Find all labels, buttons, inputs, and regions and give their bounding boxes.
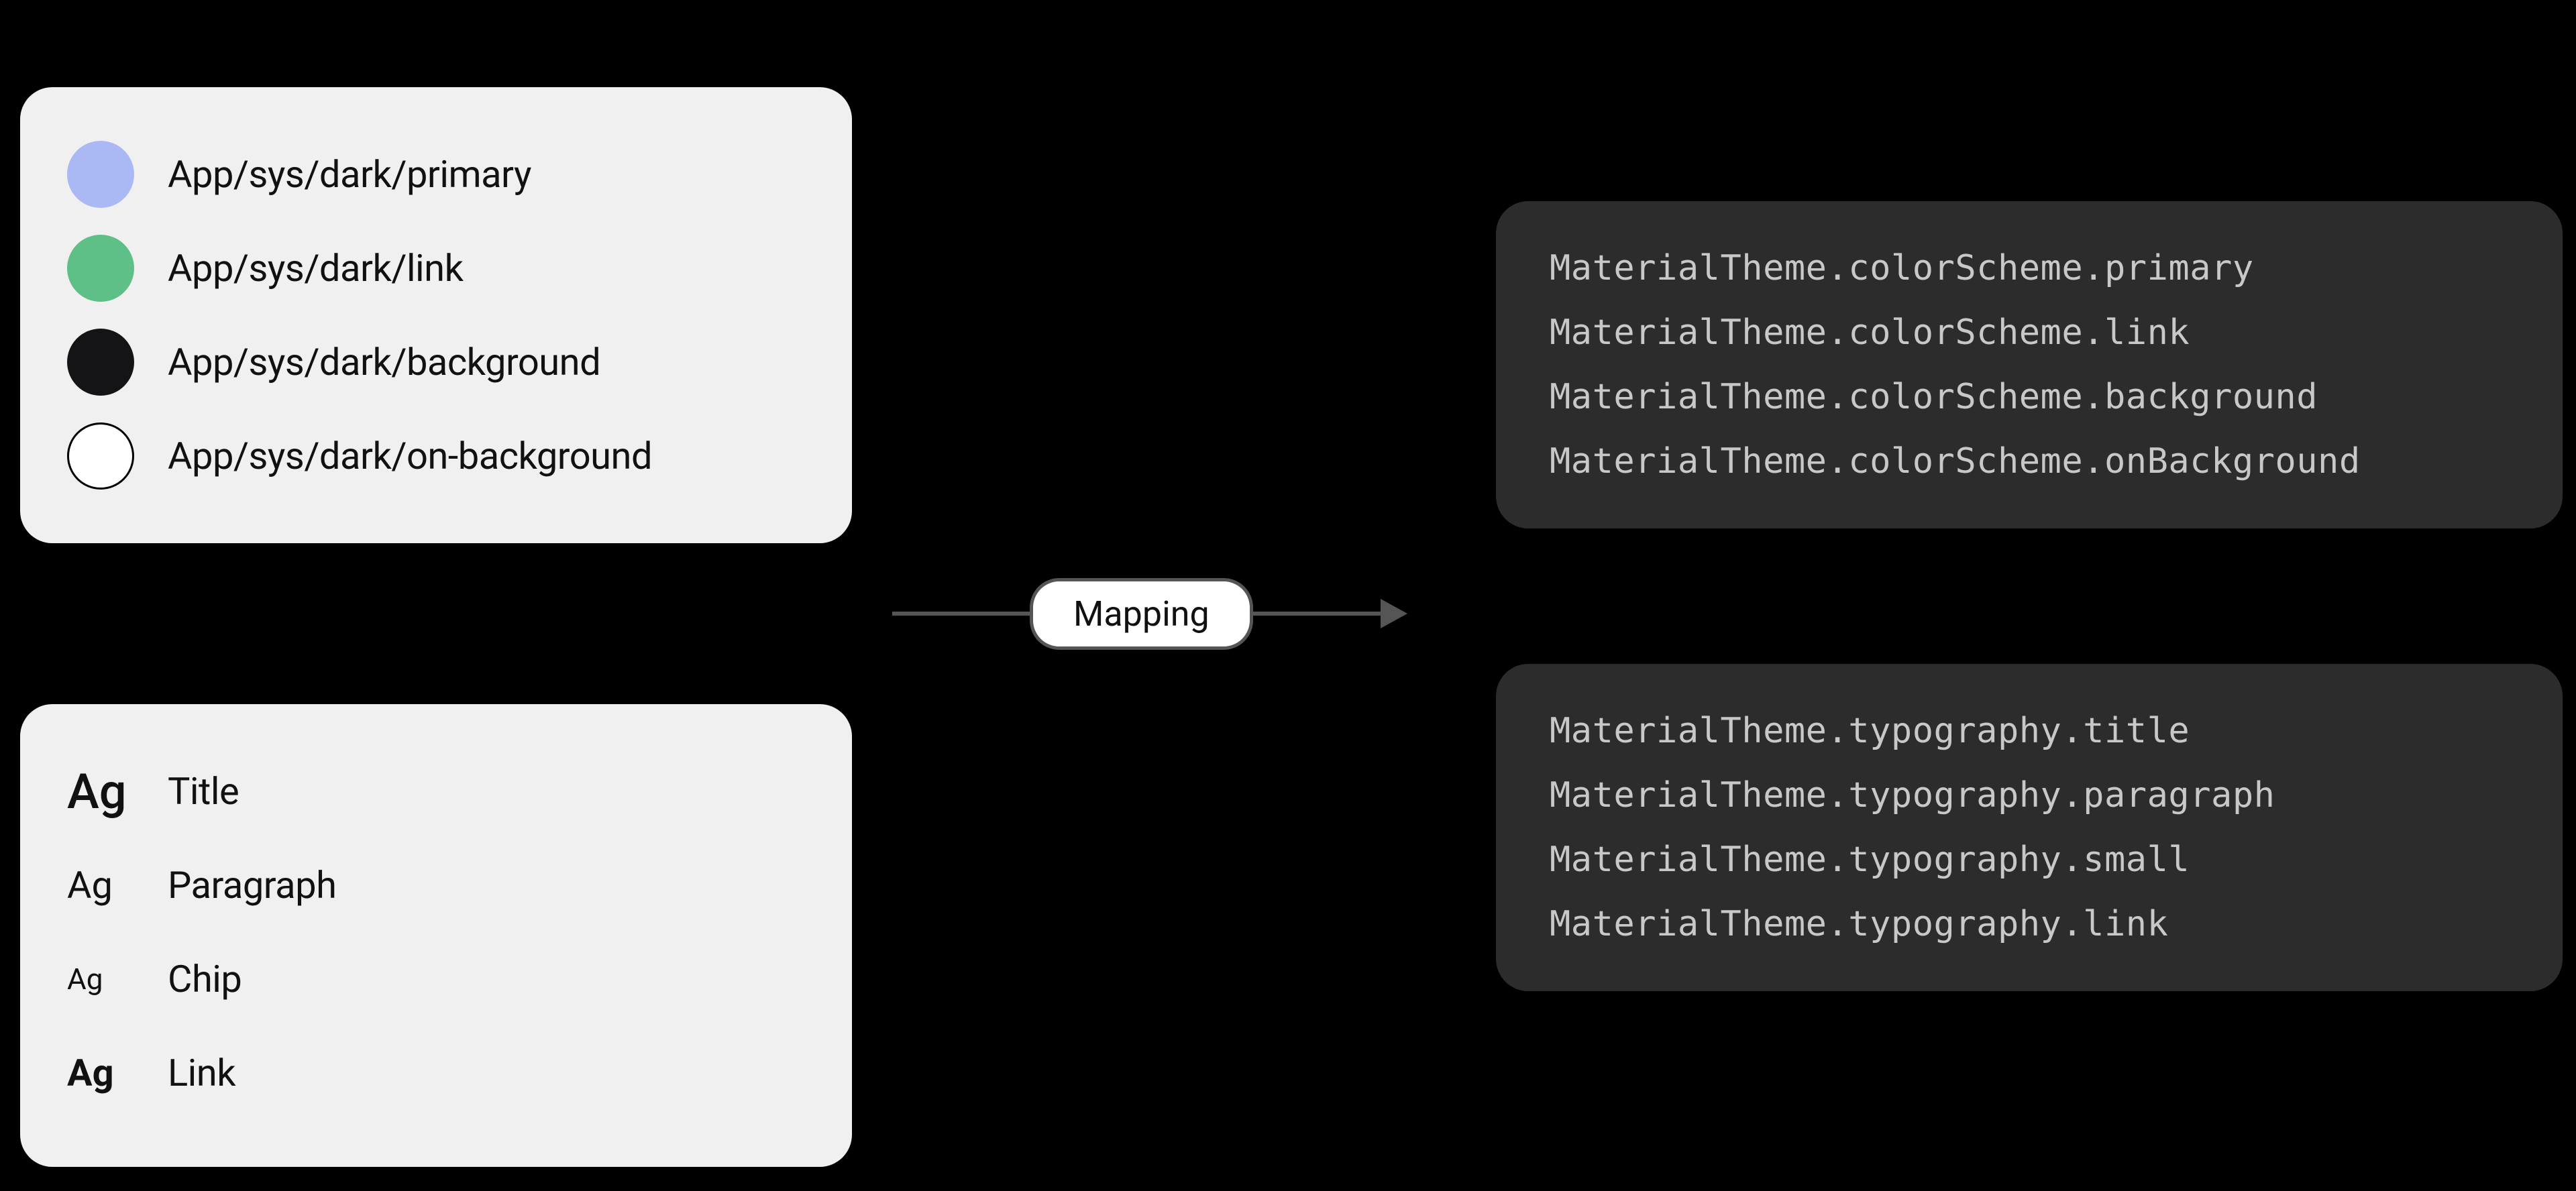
token-label: App/sys/dark/primary: [168, 152, 531, 196]
material-typography-card: MaterialTheme.typography.title MaterialT…: [1496, 664, 2563, 991]
swatch-link: [67, 235, 134, 302]
code-line: MaterialTheme.colorScheme.link: [1550, 313, 2509, 353]
token-row-on-background: App/sys/dark/on-background: [67, 409, 805, 503]
design-tokens-colors-card: App/sys/dark/primary App/sys/dark/link A…: [20, 87, 852, 543]
typo-label: Chip: [168, 957, 241, 1001]
code-line: MaterialTheme.typography.link: [1550, 904, 2509, 944]
code-line: MaterialTheme.colorScheme.onBackground: [1550, 441, 2509, 481]
typo-row-title: Ag Title: [67, 744, 805, 838]
type-specimen-icon: Ag: [67, 962, 134, 997]
type-specimen-icon: Ag: [67, 863, 134, 907]
typo-label: Title: [168, 769, 239, 813]
mapping-arrow: Mapping: [892, 573, 1483, 654]
arrow-line-icon: [892, 612, 1030, 616]
token-row-background: App/sys/dark/background: [67, 315, 805, 409]
token-label: App/sys/dark/background: [168, 340, 600, 384]
code-line: MaterialTheme.colorScheme.background: [1550, 377, 2509, 417]
code-line: MaterialTheme.typography.paragraph: [1550, 775, 2509, 815]
design-tokens-typography-card: Ag Title Ag Paragraph Ag Chip Ag Link: [20, 704, 852, 1167]
diagram-canvas: App/sys/dark/primary App/sys/dark/link A…: [0, 0, 2576, 1191]
typo-label: Paragraph: [168, 863, 336, 907]
token-label: App/sys/dark/on-background: [168, 434, 652, 478]
token-row-link: App/sys/dark/link: [67, 221, 805, 315]
typo-row-link: Ag Link: [67, 1026, 805, 1120]
typo-row-paragraph: Ag Paragraph: [67, 838, 805, 932]
token-row-primary: App/sys/dark/primary: [67, 127, 805, 221]
arrow-line-icon: [1253, 612, 1381, 616]
swatch-on-background: [67, 422, 134, 490]
material-colorscheme-card: MaterialTheme.colorScheme.primary Materi…: [1496, 201, 2563, 528]
code-line: MaterialTheme.colorScheme.primary: [1550, 248, 2509, 288]
type-specimen-icon: Ag: [67, 763, 134, 820]
swatch-primary: [67, 141, 134, 208]
code-line: MaterialTheme.typography.title: [1550, 711, 2509, 751]
typo-row-chip: Ag Chip: [67, 932, 805, 1026]
arrow-right-icon: [1381, 599, 1407, 628]
type-specimen-icon: Ag: [67, 1051, 134, 1095]
mapping-pill: Mapping: [1030, 578, 1253, 650]
code-line: MaterialTheme.typography.small: [1550, 840, 2509, 880]
typo-label: Link: [168, 1051, 235, 1095]
swatch-background: [67, 329, 134, 396]
token-label: App/sys/dark/link: [168, 246, 463, 290]
